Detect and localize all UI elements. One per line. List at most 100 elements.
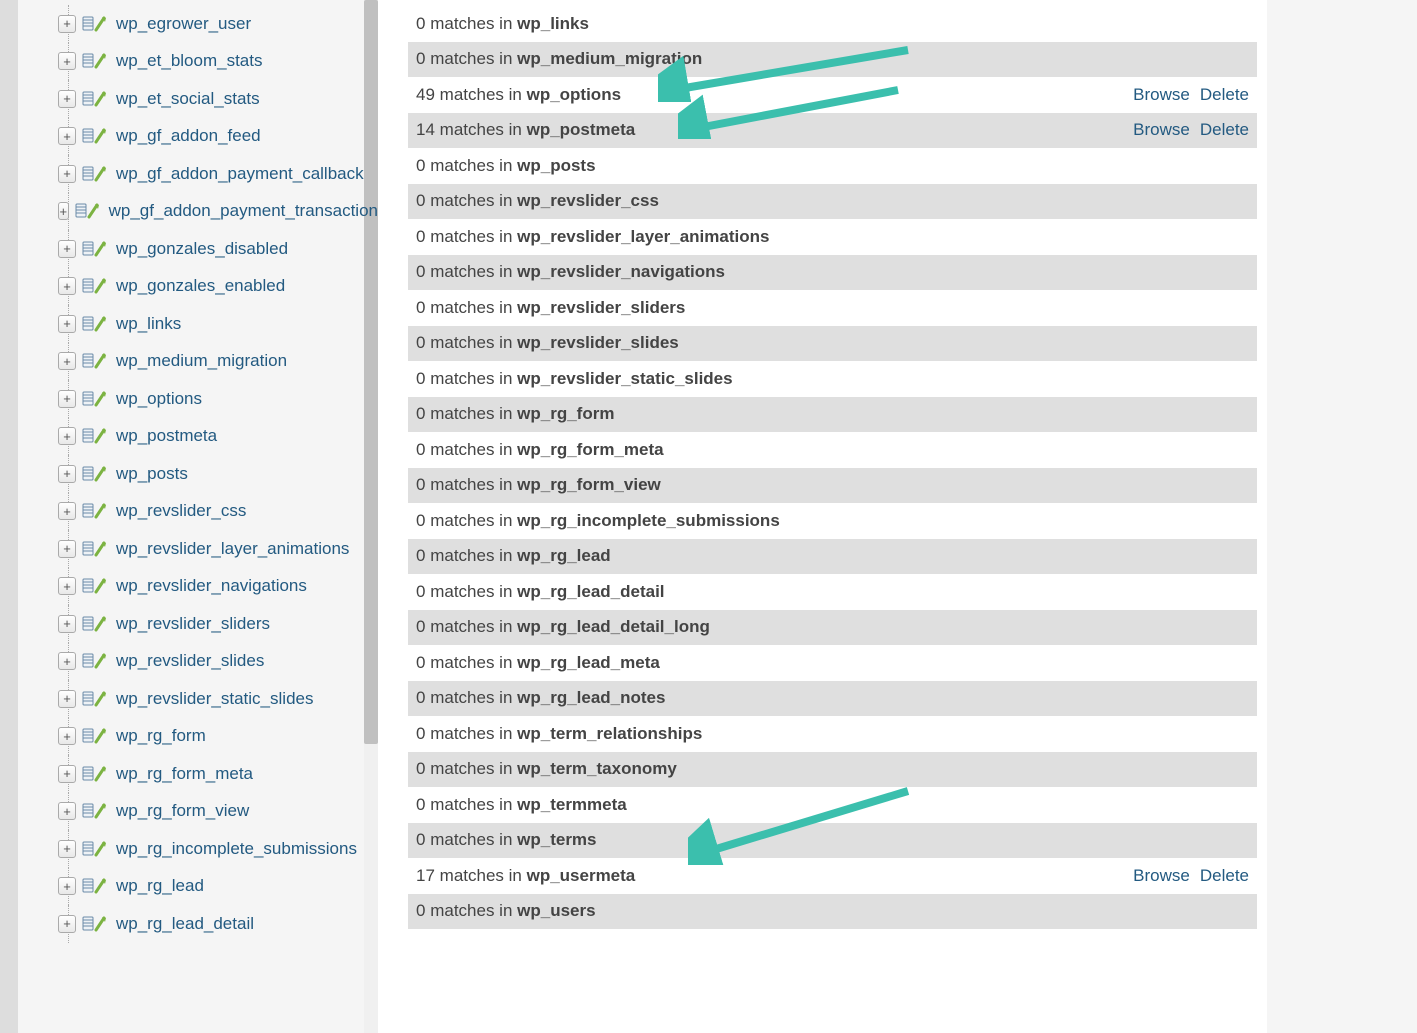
- result-count: 0: [416, 262, 425, 281]
- sidebar-item-label: wp_postmeta: [116, 426, 217, 446]
- sidebar-item-table[interactable]: + wp_gonzales_enabled: [58, 268, 378, 306]
- result-count: 0: [416, 227, 425, 246]
- table-icon: [82, 840, 110, 858]
- expand-icon[interactable]: +: [58, 502, 76, 520]
- sidebar-item-table[interactable]: + wp_revslider_slides: [58, 643, 378, 681]
- sidebar-item-table[interactable]: + wp_rg_lead_detail: [58, 905, 378, 943]
- sidebar-item-table[interactable]: + wp_revslider_sliders: [58, 605, 378, 643]
- table-icon: [82, 390, 110, 408]
- delete-link[interactable]: Delete: [1200, 866, 1249, 886]
- sidebar-item-table[interactable]: + wp_posts: [58, 455, 378, 493]
- expand-icon[interactable]: +: [58, 352, 76, 370]
- sidebar-item-table[interactable]: + wp_rg_form: [58, 718, 378, 756]
- delete-link[interactable]: Delete: [1200, 85, 1249, 105]
- result-text: 0 matches in wp_revslider_slides: [416, 333, 1249, 353]
- sidebar-item-table[interactable]: + wp_gf_addon_feed: [58, 118, 378, 156]
- sidebar-item-table[interactable]: + wp_rg_lead: [58, 868, 378, 906]
- result-row: 49 matches in wp_optionsBrowseDelete: [408, 77, 1257, 113]
- expand-icon[interactable]: +: [58, 577, 76, 595]
- sidebar-item-table[interactable]: + wp_rg_form_view: [58, 793, 378, 831]
- expand-icon[interactable]: +: [58, 465, 76, 483]
- expand-icon[interactable]: +: [58, 315, 76, 333]
- expand-icon[interactable]: +: [58, 240, 76, 258]
- table-icon: [82, 502, 110, 520]
- result-label-matches-in: matches in: [430, 830, 512, 849]
- expand-icon[interactable]: +: [58, 615, 76, 633]
- table-icon: [82, 802, 110, 820]
- sidebar-item-table[interactable]: + wp_gonzales_disabled: [58, 230, 378, 268]
- sidebar-item-table[interactable]: + wp_revslider_static_slides: [58, 680, 378, 718]
- result-label-matches-in: matches in: [440, 866, 522, 885]
- result-label-matches-in: matches in: [430, 14, 512, 33]
- sidebar-item-label: wp_rg_form_meta: [116, 764, 253, 784]
- delete-link[interactable]: Delete: [1200, 120, 1249, 140]
- expand-icon[interactable]: +: [58, 690, 76, 708]
- sidebar-item-table[interactable]: + wp_revslider_css: [58, 493, 378, 531]
- result-table-name: wp_postmeta: [527, 120, 636, 139]
- browse-link[interactable]: Browse: [1133, 120, 1190, 140]
- result-label-matches-in: matches in: [440, 85, 522, 104]
- expand-icon[interactable]: +: [58, 727, 76, 745]
- expand-icon[interactable]: +: [58, 390, 76, 408]
- result-label-matches-in: matches in: [430, 298, 512, 317]
- expand-icon[interactable]: +: [58, 915, 76, 933]
- result-label-matches-in: matches in: [430, 546, 512, 565]
- sidebar-item-table[interactable]: + wp_medium_migration: [58, 343, 378, 381]
- result-table-name: wp_revslider_layer_animations: [517, 227, 769, 246]
- result-label-matches-in: matches in: [430, 901, 512, 920]
- result-row: 0 matches in wp_rg_lead: [408, 539, 1257, 575]
- gutter-left: [0, 0, 18, 1033]
- sidebar-item-label: wp_egrower_user: [116, 14, 251, 34]
- sidebar-item-label: wp_gonzales_enabled: [116, 276, 285, 296]
- sidebar-item-table[interactable]: + wp_egrower_user: [58, 5, 378, 43]
- result-table-name: wp_term_taxonomy: [517, 759, 677, 778]
- expand-icon[interactable]: +: [58, 127, 76, 145]
- result-row: 0 matches in wp_links: [408, 6, 1257, 42]
- table-icon: [82, 90, 110, 108]
- expand-icon[interactable]: +: [58, 427, 76, 445]
- result-text: 0 matches in wp_term_taxonomy: [416, 759, 1249, 779]
- result-table-name: wp_termmeta: [517, 795, 627, 814]
- expand-icon[interactable]: +: [58, 652, 76, 670]
- sidebar-item-table[interactable]: + wp_links: [58, 305, 378, 343]
- browse-link[interactable]: Browse: [1133, 866, 1190, 886]
- expand-icon[interactable]: +: [58, 52, 76, 70]
- result-row: 0 matches in wp_terms: [408, 823, 1257, 859]
- result-label-matches-in: matches in: [430, 795, 512, 814]
- expand-icon[interactable]: +: [58, 277, 76, 295]
- sidebar-item-table[interactable]: + wp_et_social_stats: [58, 80, 378, 118]
- result-row: 0 matches in wp_revslider_layer_animatio…: [408, 219, 1257, 255]
- sidebar-item-label: wp_et_social_stats: [116, 89, 260, 109]
- sidebar-item-table[interactable]: + wp_et_bloom_stats: [58, 43, 378, 81]
- result-text: 0 matches in wp_revslider_navigations: [416, 262, 1249, 282]
- expand-icon[interactable]: +: [58, 90, 76, 108]
- sidebar-item-table[interactable]: + wp_rg_form_meta: [58, 755, 378, 793]
- table-icon: [75, 202, 103, 220]
- expand-icon[interactable]: +: [58, 877, 76, 895]
- sidebar-item-table[interactable]: + wp_gf_addon_payment_callback: [58, 155, 378, 193]
- expand-icon[interactable]: +: [58, 540, 76, 558]
- result-label-matches-in: matches in: [430, 440, 512, 459]
- result-row: 17 matches in wp_usermetaBrowseDelete: [408, 858, 1257, 894]
- sidebar-item-table[interactable]: + wp_rg_incomplete_submissions: [58, 830, 378, 868]
- sidebar-item-table[interactable]: + wp_postmeta: [58, 418, 378, 456]
- expand-icon[interactable]: +: [58, 165, 76, 183]
- expand-icon[interactable]: +: [58, 765, 76, 783]
- sidebar-item-table[interactable]: + wp_gf_addon_payment_transaction: [58, 193, 378, 231]
- result-label-matches-in: matches in: [430, 404, 512, 423]
- result-count: 49: [416, 85, 435, 104]
- sidebar-item-table[interactable]: + wp_revslider_layer_animations: [58, 530, 378, 568]
- result-table-name: wp_revslider_css: [517, 191, 659, 210]
- result-row: 0 matches in wp_revslider_sliders: [408, 290, 1257, 326]
- sidebar-item-table[interactable]: + wp_revslider_navigations: [58, 568, 378, 606]
- expand-icon[interactable]: +: [58, 802, 76, 820]
- result-row: 0 matches in wp_rg_form: [408, 397, 1257, 433]
- sidebar-item-label: wp_gf_addon_payment_transaction: [109, 201, 378, 221]
- browse-link[interactable]: Browse: [1133, 85, 1190, 105]
- sidebar-item-table[interactable]: + wp_options: [58, 380, 378, 418]
- expand-icon[interactable]: +: [58, 202, 69, 220]
- result-row: 0 matches in wp_rg_lead_meta: [408, 645, 1257, 681]
- sidebar-item-label: wp_rg_form_view: [116, 801, 249, 821]
- expand-icon[interactable]: +: [58, 15, 76, 33]
- expand-icon[interactable]: +: [58, 840, 76, 858]
